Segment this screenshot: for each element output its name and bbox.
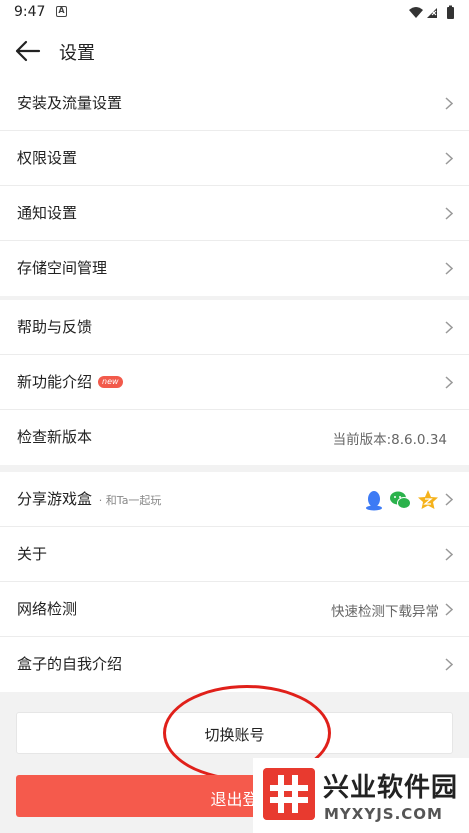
chevron-right-icon	[445, 658, 453, 671]
row-network-check[interactable]: 网络检测 快速检测下载异常	[0, 582, 469, 637]
row-label: 帮助与反馈	[17, 318, 93, 336]
settings-group-about: 分享游戏盒 · 和Ta一起玩 关于 网络检测 快速检测下载异常 盒子的自我介绍	[0, 472, 469, 692]
switch-account-button[interactable]: 切换账号	[16, 712, 453, 754]
row-label: 权限设置	[17, 149, 78, 167]
chevron-right-icon	[445, 493, 453, 506]
row-about[interactable]: 关于	[0, 527, 469, 582]
row-label: 盒子的自我介绍	[17, 655, 123, 673]
chevron-right-icon	[445, 603, 453, 616]
settings-group-help: 帮助与反馈 新功能介绍 new 检查新版本 当前版本:8.6.0.34	[0, 300, 469, 465]
page-title: 设置	[59, 43, 95, 64]
network-check-value: 快速检测下载异常	[331, 604, 439, 620]
row-label: 新功能介绍 new	[17, 371, 123, 392]
row-share-game-box[interactable]: 分享游戏盒 · 和Ta一起玩	[0, 472, 469, 527]
wechat-icon	[390, 491, 411, 509]
chevron-right-icon	[445, 321, 453, 334]
row-notifications[interactable]: 通知设置	[0, 186, 469, 241]
signal-battery-icons	[409, 5, 454, 19]
status-bar: 9:47 A	[0, 0, 469, 26]
row-label-text: 分享游戏盒	[17, 490, 93, 508]
arrow-left-icon[interactable]	[12, 36, 44, 66]
row-check-version[interactable]: 检查新版本 当前版本:8.6.0.34	[0, 410, 469, 465]
status-time: 9:47	[14, 4, 46, 20]
row-label-text: 新功能介绍	[17, 373, 93, 391]
row-label: 通知设置	[17, 204, 78, 222]
row-help-feedback[interactable]: 帮助与反馈	[0, 300, 469, 355]
row-label: 网络检测	[17, 600, 78, 618]
switch-account-label: 切换账号	[204, 726, 265, 744]
new-badge: new	[98, 376, 123, 388]
chevron-right-icon	[445, 152, 453, 165]
qq-icon	[366, 491, 382, 511]
chevron-right-icon	[445, 376, 453, 389]
watermark-url: MYXYJS.COM	[324, 805, 443, 823]
chevron-right-icon	[445, 97, 453, 110]
row-label: 分享游戏盒 · 和Ta一起玩	[17, 488, 161, 509]
settings-group-general: 安装及流量设置 权限设置 通知设置 存储空间管理	[0, 76, 469, 296]
row-install-traffic[interactable]: 安装及流量设置	[0, 76, 469, 131]
row-box-intro[interactable]: 盒子的自我介绍	[0, 637, 469, 692]
qzone-icon	[418, 490, 438, 509]
row-label: 存储空间管理	[17, 259, 108, 277]
row-new-features[interactable]: 新功能介绍 new	[0, 355, 469, 410]
row-label: 安装及流量设置	[17, 94, 123, 112]
row-permissions[interactable]: 权限设置	[0, 131, 469, 186]
share-icons	[366, 490, 438, 511]
version-value: 当前版本:8.6.0.34	[332, 432, 447, 448]
row-label: 检查新版本	[17, 428, 93, 446]
chevron-right-icon	[445, 262, 453, 275]
row-subtitle: · 和Ta一起玩	[98, 494, 162, 507]
row-storage[interactable]: 存储空间管理	[0, 241, 469, 296]
row-label: 关于	[17, 545, 48, 563]
notification-icon: A	[56, 6, 67, 17]
watermark: 兴业软件园 MYXYJS.COM	[253, 758, 469, 833]
watermark-logo-icon	[263, 768, 315, 820]
navbar: 设置	[0, 26, 469, 76]
chevron-right-icon	[445, 548, 453, 561]
chevron-right-icon	[445, 207, 453, 220]
watermark-title: 兴业软件园	[323, 773, 459, 803]
